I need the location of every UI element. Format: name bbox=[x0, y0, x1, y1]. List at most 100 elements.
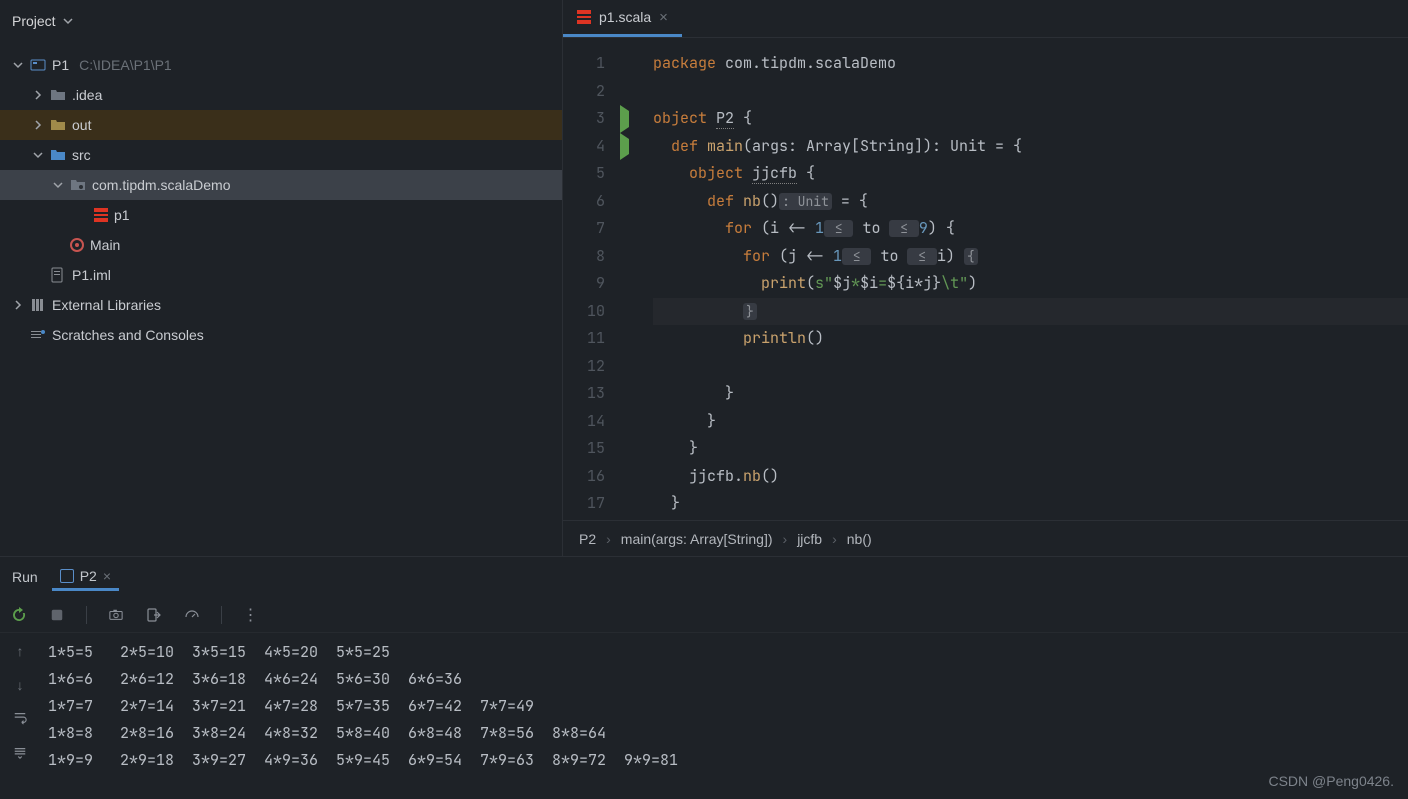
tree-node-idea[interactable]: .idea bbox=[0, 80, 562, 110]
line-number: 1 bbox=[563, 50, 605, 78]
project-title: Project bbox=[12, 13, 56, 29]
close-icon[interactable]: × bbox=[659, 9, 668, 26]
chevron-down-icon bbox=[32, 149, 44, 161]
run-output[interactable]: 1*5=5 2*5=10 3*5=15 4*5=20 5*5=25 1*6=6 … bbox=[40, 633, 1408, 799]
scroll-to-end-icon[interactable] bbox=[12, 746, 28, 763]
line-number: 10 bbox=[563, 298, 605, 326]
breadcrumb-sep: › bbox=[606, 531, 611, 547]
breadcrumb-item[interactable]: P2 bbox=[579, 531, 596, 547]
node-label: P1.iml bbox=[72, 267, 111, 283]
line-number: 8 bbox=[563, 243, 605, 271]
line-number: 5 bbox=[563, 160, 605, 188]
line-number: 13 bbox=[563, 380, 605, 408]
run-config-tab[interactable]: P2 × bbox=[52, 564, 119, 591]
code-line[interactable]: } bbox=[653, 298, 1408, 326]
code-line[interactable]: } bbox=[653, 435, 1408, 463]
tree-node-scratches[interactable]: Scratches and Consoles bbox=[0, 320, 562, 350]
code-line[interactable]: print(s"$j*$i=${i*j}\t") bbox=[653, 270, 1408, 298]
tree-node-external-libs[interactable]: External Libraries bbox=[0, 290, 562, 320]
package-icon bbox=[70, 177, 86, 193]
code-area[interactable]: package com.tipdm.scalaDemo object P2 { d… bbox=[635, 38, 1408, 520]
code-line[interactable]: } bbox=[653, 380, 1408, 408]
gauge-icon[interactable] bbox=[183, 606, 201, 624]
tree-node-src[interactable]: src bbox=[0, 140, 562, 170]
line-number: 9 bbox=[563, 270, 605, 298]
code-line[interactable]: object jjcfb { bbox=[653, 160, 1408, 188]
more-icon[interactable]: ⋮ bbox=[242, 606, 260, 624]
code-line[interactable]: jjcfb.nb() bbox=[653, 463, 1408, 491]
node-label: .idea bbox=[72, 87, 102, 103]
tree-node-main[interactable]: Main bbox=[0, 230, 562, 260]
code-line[interactable]: } bbox=[653, 490, 1408, 518]
up-arrow-icon[interactable]: ↑ bbox=[17, 643, 24, 659]
scala-icon bbox=[94, 208, 108, 222]
soft-wrap-icon[interactable] bbox=[12, 711, 28, 728]
breadcrumb-item[interactable]: main(args: Array[String]) bbox=[621, 531, 773, 547]
code-line[interactable]: def main(args: Array[String]): Unit = { bbox=[653, 133, 1408, 161]
tree-node-package[interactable]: com.tipdm.scalaDemo bbox=[0, 170, 562, 200]
code-editor[interactable]: 1234567891011121314151617 package com.ti… bbox=[563, 38, 1408, 520]
run-tool-window: Run P2 × ⋮ ↑ ↓ 1*5=5 2*5=10 3 bbox=[0, 556, 1408, 799]
rerun-icon[interactable] bbox=[10, 606, 28, 624]
run-toolbar: ⋮ bbox=[0, 597, 1408, 633]
exit-icon[interactable] bbox=[145, 606, 163, 624]
library-icon bbox=[30, 297, 46, 313]
root-path: C:\IDEA\P1\P1 bbox=[79, 57, 172, 73]
line-number: 12 bbox=[563, 353, 605, 381]
line-number: 2 bbox=[563, 78, 605, 106]
file-icon bbox=[50, 267, 66, 283]
stop-icon[interactable] bbox=[48, 606, 66, 624]
chevron-down-icon bbox=[52, 179, 64, 191]
project-tool-window: Project P1 C:\IDEA\P1\P1 .idea bbox=[0, 0, 562, 556]
chevron-right-icon bbox=[12, 299, 24, 311]
line-number: 6 bbox=[563, 188, 605, 216]
chevron-right-icon bbox=[32, 119, 44, 131]
project-header[interactable]: Project bbox=[0, 0, 562, 42]
folder-icon bbox=[50, 117, 66, 133]
tree-node-out[interactable]: out bbox=[0, 110, 562, 140]
node-label: out bbox=[72, 117, 91, 133]
tree-root[interactable]: P1 C:\IDEA\P1\P1 bbox=[0, 50, 562, 80]
down-arrow-icon[interactable]: ↓ bbox=[17, 677, 24, 693]
camera-icon[interactable] bbox=[107, 606, 125, 624]
code-line[interactable]: object P2 { bbox=[653, 105, 1408, 133]
project-tree: P1 C:\IDEA\P1\P1 .idea out src bbox=[0, 42, 562, 350]
line-number: 4 bbox=[563, 133, 605, 161]
close-icon[interactable]: × bbox=[103, 568, 111, 584]
code-line[interactable] bbox=[653, 353, 1408, 381]
code-line[interactable]: package com.tipdm.scalaDemo bbox=[653, 50, 1408, 78]
run-side-toolbar: ↑ ↓ bbox=[0, 633, 40, 799]
breadcrumb-item[interactable]: nb() bbox=[847, 531, 872, 547]
node-label: Scratches and Consoles bbox=[52, 327, 204, 343]
node-label: p1 bbox=[114, 207, 130, 223]
breadcrumb-sep: › bbox=[832, 531, 837, 547]
tree-node-iml[interactable]: P1.iml bbox=[0, 260, 562, 290]
code-line[interactable]: } bbox=[653, 408, 1408, 436]
run-gutter-icon[interactable] bbox=[620, 133, 629, 161]
code-line[interactable]: def nb(): Unit = { bbox=[653, 188, 1408, 216]
folder-icon bbox=[50, 147, 66, 163]
module-icon bbox=[30, 57, 46, 73]
node-label: src bbox=[72, 147, 91, 163]
code-line[interactable]: println() bbox=[653, 325, 1408, 353]
code-line[interactable]: for (i <- 1 ≤ to ≤ 9) { bbox=[653, 215, 1408, 243]
code-line[interactable]: for (j <- 1 ≤ to ≤ i) { bbox=[653, 243, 1408, 271]
code-line[interactable] bbox=[653, 78, 1408, 106]
run-config-icon bbox=[60, 569, 74, 583]
chevron-down-icon bbox=[62, 15, 74, 27]
editor-tab[interactable]: p1.scala × bbox=[563, 0, 682, 37]
breadcrumb[interactable]: P2›main(args: Array[String])›jjcfb›nb() bbox=[563, 520, 1408, 556]
run-target-icon bbox=[70, 238, 84, 252]
chevron-right-icon bbox=[32, 89, 44, 101]
node-label: External Libraries bbox=[52, 297, 161, 313]
editor-tabs: p1.scala × bbox=[563, 0, 1408, 38]
line-number: 3 bbox=[563, 105, 605, 133]
breadcrumb-item[interactable]: jjcfb bbox=[797, 531, 822, 547]
root-name: P1 bbox=[52, 57, 69, 73]
folder-icon bbox=[50, 87, 66, 103]
run-gutter-icon[interactable] bbox=[620, 105, 629, 133]
tree-node-p1[interactable]: p1 bbox=[0, 200, 562, 230]
run-title: Run bbox=[12, 569, 38, 585]
line-number: 15 bbox=[563, 435, 605, 463]
tab-label: p1.scala bbox=[599, 9, 651, 25]
